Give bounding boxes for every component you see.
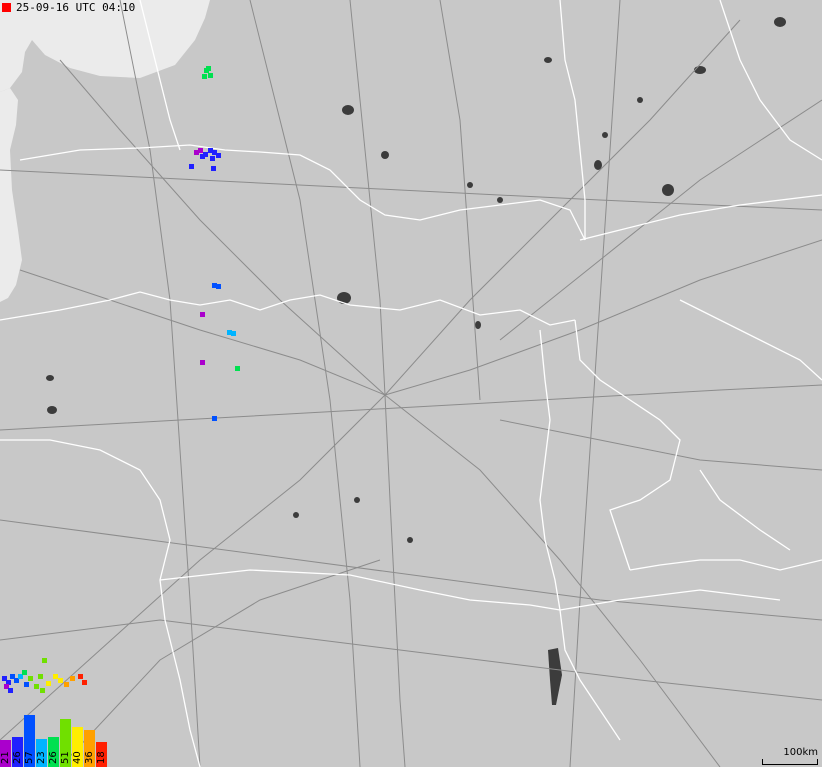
strike-marker <box>42 658 47 663</box>
strike-marker <box>235 366 240 371</box>
strike-marker <box>210 156 215 161</box>
legend-label: 26 <box>12 751 23 764</box>
strike-marker <box>64 682 69 687</box>
strike-marker <box>38 674 43 679</box>
legend-label: 36 <box>84 751 95 764</box>
legend-label: 21 <box>0 751 11 764</box>
timestamp-label: 25-09-16 UTC 04:10 <box>2 1 135 14</box>
legend-label: 23 <box>36 751 47 764</box>
scale-bar-line <box>762 759 818 765</box>
strike-marker <box>216 153 221 158</box>
timestamp-marker <box>2 3 11 12</box>
strike-marker <box>212 416 217 421</box>
strike-marker <box>24 682 29 687</box>
strike-marker <box>40 688 45 693</box>
strike-marker <box>200 312 205 317</box>
strike-marker <box>58 678 63 683</box>
strike-marker <box>231 331 236 336</box>
strike-marker <box>8 688 13 693</box>
legend-label: 40 <box>72 751 83 764</box>
lightning-strikes <box>2 66 240 693</box>
timestamp-text: 25-09-16 UTC 04:10 <box>16 1 136 14</box>
strike-marker <box>82 680 87 685</box>
legend-label: 57 <box>24 751 35 764</box>
strike-marker <box>28 676 33 681</box>
scale-label: 100km <box>783 747 818 758</box>
legend-label: 18 <box>96 751 107 764</box>
strike-marker <box>198 148 203 153</box>
legend-label: 26 <box>48 751 59 764</box>
lightning-map[interactable]: 25-09-16 UTC 04:10 21 26 57 23 26 51 40 36 18 10… <box>0 0 822 767</box>
strike-marker <box>22 670 27 675</box>
strike-marker <box>78 674 83 679</box>
strike-marker <box>34 684 39 689</box>
strike-marker <box>70 676 75 681</box>
strike-age-legend: 21 26 57 23 26 51 40 36 18 <box>0 715 107 767</box>
strike-marker <box>200 360 205 365</box>
legend-label: 51 <box>60 751 71 764</box>
strike-marker <box>216 284 221 289</box>
scale-bar: 100km <box>762 747 818 765</box>
strike-marker <box>206 66 211 71</box>
strike-marker <box>189 164 194 169</box>
strike-marker <box>46 681 51 686</box>
strike-marker <box>53 674 58 679</box>
strike-marker <box>202 74 207 79</box>
strike-marker <box>208 73 213 78</box>
strike-marker <box>211 166 216 171</box>
strike-marker <box>200 154 205 159</box>
